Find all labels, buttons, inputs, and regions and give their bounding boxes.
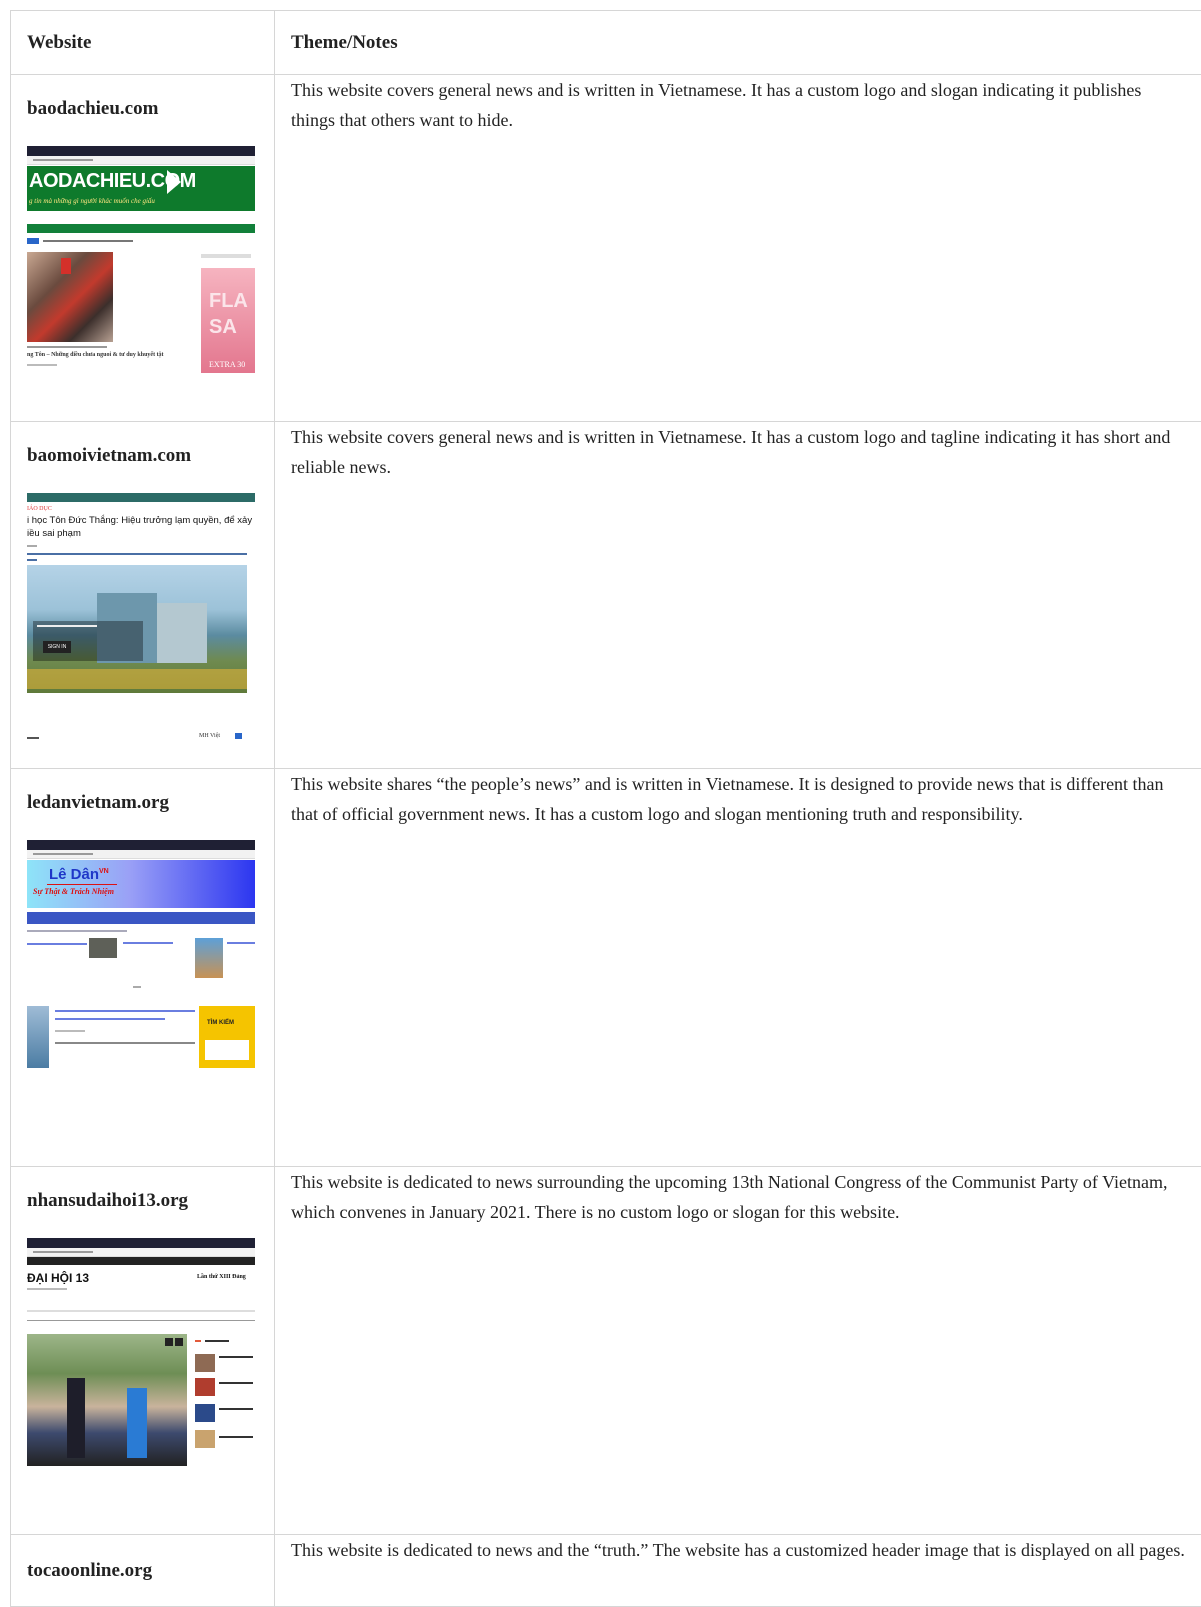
website-screenshot: IÁO DỤC i học Tôn Đức Thắng: Hiệu trưởng… — [27, 493, 255, 748]
table-row: ledanvietnam.org Lê DânVN Sự Thật & Trác… — [11, 769, 1201, 1167]
article-photo — [195, 938, 223, 978]
column-header-notes: Theme/Notes — [275, 11, 1201, 75]
site-nav-bar — [27, 493, 255, 502]
article-photo — [27, 1334, 187, 1466]
website-cell: ledanvietnam.org Lê DânVN Sự Thật & Trác… — [11, 769, 275, 1167]
websites-table: Website Theme/Notes baodachieu.com AODAC… — [10, 10, 1201, 1607]
site-nav-bar — [27, 224, 255, 233]
website-screenshot: AODACHIEU.COM g tin mà những gì người kh… — [27, 146, 255, 373]
site-title: ĐẠI HỘI 13 — [27, 1271, 89, 1285]
table-row: tocaoonline.org This website is dedicate… — [11, 1535, 1201, 1607]
site-name: tocaoonline.org — [27, 1557, 258, 1585]
site-name: nhansudaihoi13.org — [27, 1187, 258, 1215]
search-sidebar: TÌM KIẾM — [199, 1006, 255, 1068]
column-header-website: Website — [11, 11, 275, 75]
article-photo — [27, 1006, 49, 1068]
site-logo-text: Lê DânVN — [49, 866, 109, 883]
site-logo-banner: AODACHIEU.COM g tin mà những gì người kh… — [27, 166, 255, 211]
article-headline: ng Tôn – Những điều chưa nguoi & tư duy … — [27, 352, 164, 358]
notes-cell: This website covers general news and is … — [275, 422, 1201, 769]
article-photo — [89, 938, 117, 958]
notes-cell: This website is dedicated to news surrou… — [275, 1167, 1201, 1535]
table-row: baodachieu.com AODACHIEU.COM g tin mà nh… — [11, 75, 1201, 422]
site-slogan: g tin mà những gì người khác muốn che gi… — [29, 197, 155, 205]
signin-overlay: SIGN IN — [33, 621, 143, 661]
notes-cell: This website is dedicated to news and th… — [275, 1535, 1201, 1607]
flag-icon — [235, 733, 242, 739]
website-screenshot: Lê DânVN Sự Thật & Trách Nhiệm — [27, 840, 255, 1068]
website-cell: tocaoonline.org — [11, 1535, 275, 1607]
table-header-row: Website Theme/Notes — [11, 11, 1201, 75]
website-cell: baodachieu.com AODACHIEU.COM g tin mà nh… — [11, 75, 275, 422]
website-screenshot: ĐẠI HỘI 13 Lần thứ XIII Đảng — [27, 1238, 255, 1466]
website-cell: baomoivietnam.com IÁO DỤC i học Tôn Đức … — [11, 422, 275, 769]
site-name: baomoivietnam.com — [27, 442, 258, 470]
site-nav-bar — [27, 912, 255, 924]
article-headline: i học Tôn Đức Thắng: Hiệu trưởng lạm quy… — [27, 515, 255, 526]
site-name: ledanvietnam.org — [27, 789, 258, 817]
site-nav-bar — [27, 1257, 255, 1265]
site-logo-banner: Lê DânVN Sự Thật & Trách Nhiệm — [27, 860, 255, 908]
table-row: nhansudaihoi13.org ĐẠI HỘI 13 Lần thứ XI… — [11, 1167, 1201, 1535]
signin-button: SIGN IN — [43, 641, 71, 653]
notes-cell: This website covers general news and is … — [275, 75, 1201, 422]
arrow-logo-icon — [167, 170, 181, 194]
table-row: baomoivietnam.com IÁO DỤC i học Tôn Đức … — [11, 422, 1201, 769]
ad-banner: FLA SA EXTRA 30 — [201, 268, 255, 373]
website-cell: nhansudaihoi13.org ĐẠI HỘI 13 Lần thứ XI… — [11, 1167, 275, 1535]
site-slogan: Sự Thật & Trách Nhiệm — [33, 887, 114, 896]
notes-cell: This website shares “the people’s news” … — [275, 769, 1201, 1167]
site-name: baodachieu.com — [27, 95, 258, 123]
